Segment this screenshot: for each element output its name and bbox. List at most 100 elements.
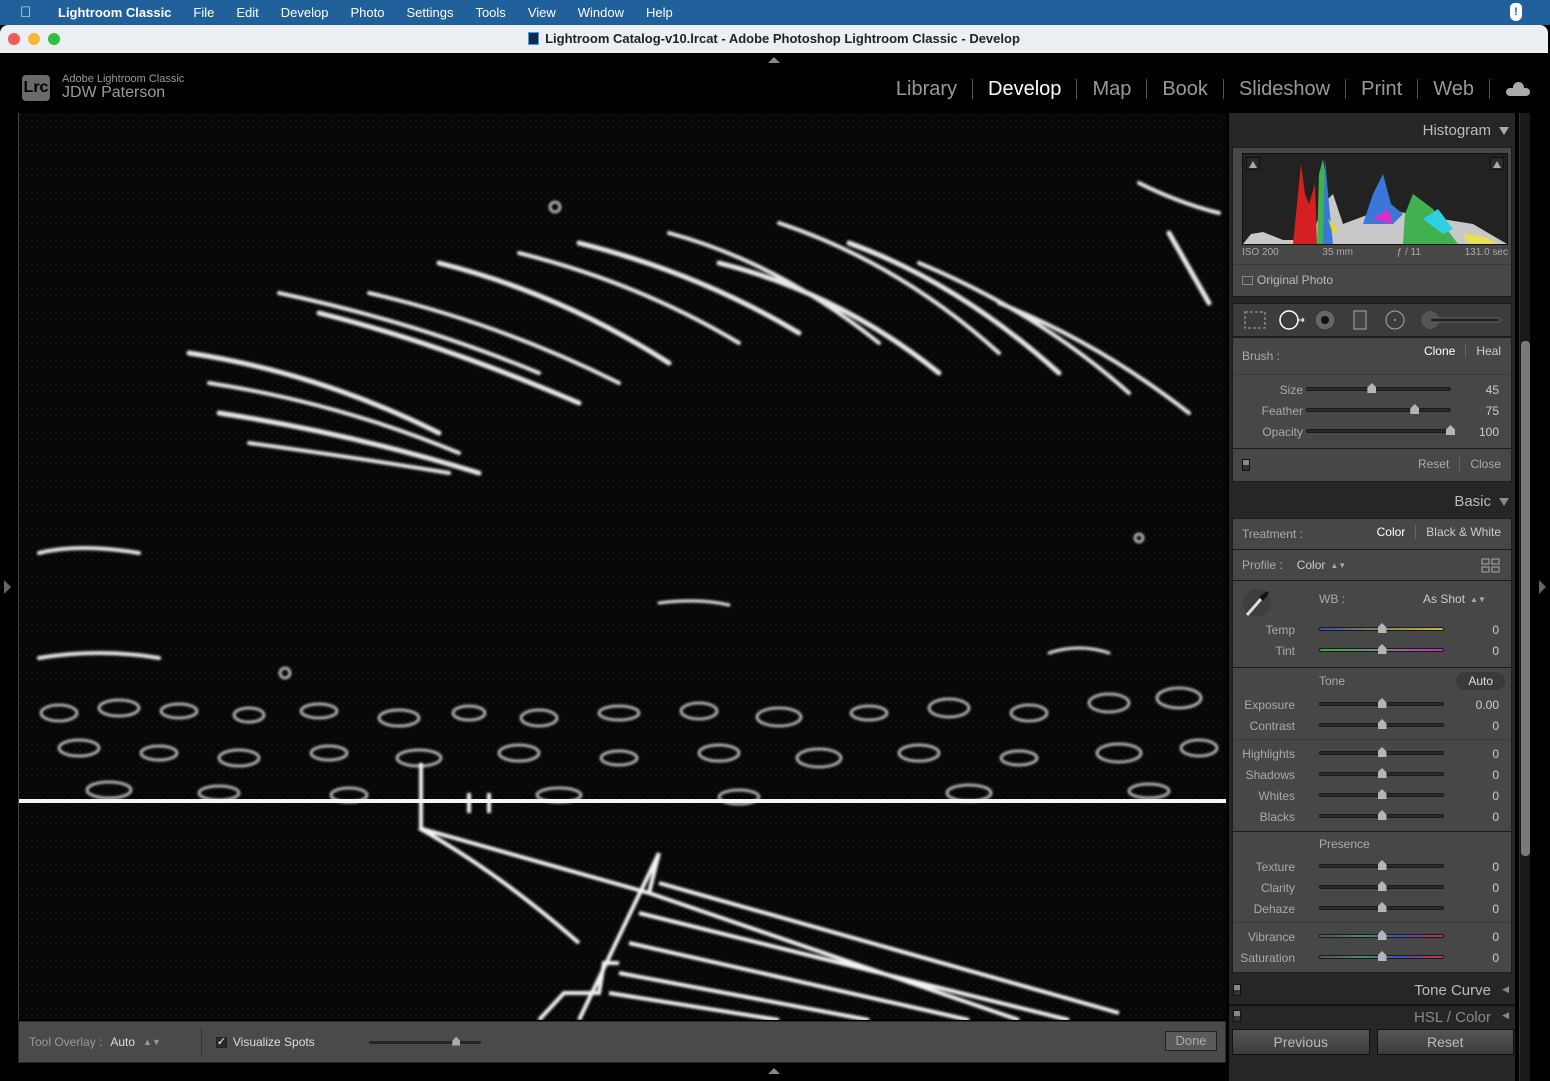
slider-value[interactable]: 0	[1492, 902, 1499, 916]
slider-track[interactable]	[1319, 951, 1444, 961]
slider-track[interactable]	[1319, 810, 1444, 820]
spot-reset-button[interactable]: Reset	[1418, 457, 1449, 471]
slider-track[interactable]	[1319, 902, 1444, 912]
highlight-clipping-toggle[interactable]	[1490, 157, 1504, 170]
heal-option[interactable]: Heal	[1476, 344, 1501, 358]
slider-track[interactable]	[1319, 719, 1444, 729]
module-web[interactable]: Web	[1418, 79, 1490, 99]
slider-thumb[interactable]	[1410, 404, 1420, 414]
slider-thumb[interactable]	[1446, 425, 1455, 435]
wb-eyedropper-icon[interactable]	[1241, 587, 1273, 622]
slider-thumb[interactable]	[1377, 860, 1387, 870]
slider-value[interactable]: 0	[1492, 951, 1499, 965]
slider-track[interactable]	[1319, 623, 1444, 633]
auto-tone-button[interactable]: Auto	[1456, 672, 1505, 690]
slider-value[interactable]: 0	[1492, 768, 1499, 782]
hsl-header[interactable]: HSL / Color ◀	[1229, 1006, 1515, 1022]
slider-thumb[interactable]	[452, 1036, 461, 1046]
collapse-triangle-icon[interactable]	[1499, 127, 1509, 135]
slider-track[interactable]	[1319, 698, 1444, 708]
slider-value[interactable]: 0	[1492, 719, 1499, 733]
scrollbar-thumb[interactable]	[1521, 341, 1530, 856]
profile-select[interactable]: Color	[1297, 558, 1326, 572]
cloud-sync-icon[interactable]	[1506, 82, 1530, 96]
menu-file[interactable]: File	[193, 5, 214, 20]
panel-switch-icon[interactable]	[1233, 1010, 1241, 1022]
slider-value[interactable]: 0	[1492, 789, 1499, 803]
treatment-bw-option[interactable]: Black & White	[1426, 525, 1501, 539]
menu-settings[interactable]: Settings	[406, 5, 453, 20]
slider-thumb[interactable]	[1377, 768, 1387, 778]
apple-icon[interactable]: 	[20, 4, 40, 21]
module-print[interactable]: Print	[1346, 79, 1419, 99]
menu-help[interactable]: Help	[646, 5, 673, 20]
slider-value[interactable]: 100	[1479, 425, 1499, 439]
right-panel-scrollbar[interactable]	[1519, 113, 1530, 1081]
module-slideshow[interactable]: Slideshow	[1224, 79, 1347, 99]
slider-thumb[interactable]	[1377, 789, 1387, 799]
menu-tools[interactable]: Tools	[475, 5, 505, 20]
graduated-filter-icon[interactable]	[1348, 308, 1372, 332]
slider-track[interactable]	[1319, 644, 1444, 654]
slider-track[interactable]	[1319, 881, 1444, 891]
slider-value[interactable]: 0	[1492, 930, 1499, 944]
right-panel-toggle-icon[interactable]	[1539, 580, 1546, 594]
clone-option[interactable]: Clone	[1424, 344, 1455, 358]
slider-track[interactable]	[1319, 768, 1444, 778]
spot-close-button[interactable]: Close	[1470, 457, 1501, 471]
menu-edit[interactable]: Edit	[236, 5, 258, 20]
slider-value[interactable]: 0	[1492, 881, 1499, 895]
slider-track[interactable]	[1319, 747, 1444, 757]
treatment-color-option[interactable]: Color	[1377, 525, 1406, 539]
slider-thumb[interactable]	[1377, 810, 1387, 820]
profile-browser-icon[interactable]	[1481, 558, 1501, 577]
slider-track[interactable]	[1319, 860, 1444, 870]
slider-track[interactable]	[1319, 930, 1444, 940]
adjustment-brush-icon[interactable]	[1418, 308, 1508, 332]
slider-thumb[interactable]	[1377, 623, 1387, 633]
menu-develop[interactable]: Develop	[281, 5, 329, 20]
radial-filter-icon[interactable]	[1383, 308, 1407, 332]
bottom-panel-toggle-icon[interactable]	[768, 1068, 780, 1074]
basic-header[interactable]: Basic	[1229, 484, 1515, 518]
collapse-triangle-icon[interactable]	[1499, 498, 1509, 506]
tone-curve-header[interactable]: Tone Curve ◀	[1229, 976, 1515, 1006]
status-alert-icon[interactable]: !	[1510, 3, 1522, 21]
photo-canvas[interactable]	[18, 113, 1226, 1020]
module-map[interactable]: Map	[1077, 79, 1148, 99]
slider-thumb[interactable]	[1377, 930, 1387, 940]
slider-value[interactable]: 0	[1492, 860, 1499, 874]
slider-thumb[interactable]	[1377, 719, 1387, 729]
slider-thumb[interactable]	[1367, 383, 1377, 393]
slider-track[interactable]	[1319, 789, 1444, 799]
slider-value[interactable]: 75	[1486, 404, 1499, 418]
menu-app[interactable]: Lightroom Classic	[58, 5, 171, 20]
slider-track[interactable]	[1306, 425, 1455, 435]
module-library[interactable]: Library	[881, 79, 974, 99]
left-panel-toggle-icon[interactable]	[4, 580, 11, 594]
slider-value[interactable]: 45	[1486, 383, 1499, 397]
histogram-graph[interactable]	[1242, 153, 1508, 245]
slider-value[interactable]: 0	[1492, 810, 1499, 824]
slider-thumb[interactable]	[1377, 644, 1387, 654]
visualize-spots-slider[interactable]	[368, 1036, 481, 1046]
menu-view[interactable]: View	[528, 5, 556, 20]
slider-thumb[interactable]	[1377, 951, 1387, 961]
spot-removal-tool-icon[interactable]	[1278, 308, 1305, 332]
slider-thumb[interactable]	[1377, 698, 1387, 708]
expand-triangle-icon[interactable]: ◀	[1502, 984, 1509, 995]
original-photo-checkbox[interactable]	[1242, 275, 1253, 285]
menu-photo[interactable]: Photo	[350, 5, 384, 20]
tool-overlay-select[interactable]: Auto	[110, 1035, 135, 1049]
red-eye-tool-icon[interactable]	[1313, 308, 1337, 332]
module-develop[interactable]: Develop	[973, 79, 1078, 99]
top-panel-toggle-icon[interactable]	[768, 57, 780, 63]
shadow-clipping-toggle[interactable]	[1246, 157, 1260, 170]
original-photo-toggle[interactable]: Original Photo	[1242, 273, 1333, 287]
expand-triangle-icon[interactable]: ◀	[1502, 1010, 1509, 1021]
slider-thumb[interactable]	[1377, 881, 1387, 891]
crop-tool-icon[interactable]	[1243, 308, 1267, 332]
module-book[interactable]: Book	[1147, 79, 1224, 99]
slider-value[interactable]: 0	[1492, 644, 1499, 658]
visualize-spots-checkbox[interactable]: ✓	[215, 1036, 227, 1048]
